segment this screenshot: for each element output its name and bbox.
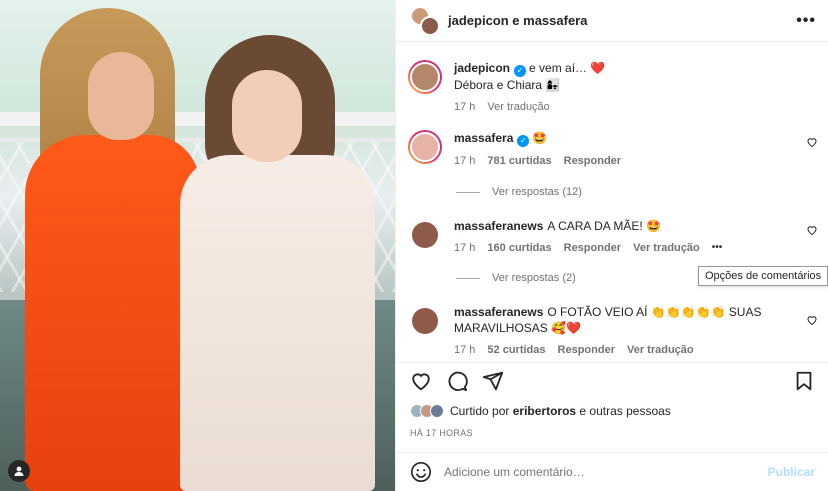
caption-text: e vem aí… ❤️ <box>529 61 606 75</box>
verified-badge-icon: ✓ <box>517 135 530 147</box>
post-actions <box>396 362 828 398</box>
comment-username[interactable]: massaferanews <box>454 305 543 319</box>
comment-likes[interactable]: 52 curtidas <box>487 342 545 356</box>
emoji-icon[interactable] <box>410 461 432 483</box>
avatar <box>430 404 444 418</box>
avatar[interactable] <box>408 130 442 164</box>
translate-link[interactable]: Ver tradução <box>487 99 549 115</box>
divider <box>456 277 480 279</box>
comment-input[interactable] <box>444 465 768 479</box>
post-photo[interactable] <box>0 0 395 491</box>
more-horizontal-icon[interactable]: ••• <box>796 12 816 30</box>
heart-outline-icon[interactable] <box>806 314 818 326</box>
share-send-icon[interactable] <box>482 370 504 392</box>
comment-text: A CARA DA MÃE! 🤩 <box>547 219 662 233</box>
woman-left-face <box>88 52 154 140</box>
view-replies-button[interactable]: Ver respostas (2) <box>456 272 576 284</box>
liked-by-user[interactable]: eribertoros <box>513 404 576 418</box>
avatar[interactable] <box>412 308 438 334</box>
post-header: jadepicon e massafera ••• <box>396 0 828 42</box>
post-timestamp[interactable]: HÁ 17 HORAS <box>410 428 473 438</box>
avatar[interactable] <box>412 222 438 248</box>
comment-bubble-icon[interactable] <box>446 370 468 392</box>
woman-right-shirt <box>180 155 375 491</box>
comment-time[interactable]: 17 h <box>454 342 475 356</box>
translate-link[interactable]: Ver tradução <box>633 240 700 256</box>
view-replies-label: Ver respostas (12) <box>492 186 582 198</box>
collab-avatars[interactable] <box>410 5 440 36</box>
comment-options-tooltip: Opções de comentários <box>698 266 828 286</box>
caption-time[interactable]: 17 h <box>454 99 475 115</box>
caption-row: jadepicon ✓ e vem aí… ❤️ Débora e Chiara 👩… <box>408 60 818 115</box>
comment-username[interactable]: massafera <box>454 131 513 145</box>
comment-row: massaferanews O FOTÃO VEIO AÍ 👏👏👏👏👏 SUAS … <box>408 304 818 356</box>
like-heart-icon[interactable] <box>410 370 432 392</box>
comment-time[interactable]: 17 h <box>454 240 475 256</box>
likes-summary[interactable]: Curtido por eribertoros e outras pessoas <box>410 404 671 418</box>
comment-row: massafera ✓ 🤩 17 h 781 curtidas Responder <box>408 130 818 169</box>
reply-button[interactable]: Responder <box>564 153 621 169</box>
heart-outline-icon[interactable] <box>806 224 818 236</box>
liked-by-prefix: Curtido por <box>450 404 510 418</box>
tagged-users-icon[interactable] <box>8 460 30 482</box>
comment-likes[interactable]: 781 curtidas <box>487 153 551 169</box>
comments-list[interactable]: jadepicon ✓ e vem aí… ❤️ Débora e Chiara 👩… <box>396 42 828 356</box>
heart-outline-icon[interactable] <box>806 136 818 148</box>
bookmark-icon[interactable] <box>793 370 815 392</box>
translate-link[interactable]: Ver tradução <box>627 342 694 356</box>
comment-username[interactable]: massaferanews <box>454 219 543 233</box>
caption-username[interactable]: jadepicon <box>454 61 510 75</box>
woman-right-face <box>232 70 302 162</box>
avatar[interactable] <box>408 60 442 94</box>
liked-by-suffix: e outras pessoas <box>579 404 671 418</box>
verified-badge-icon: ✓ <box>514 65 527 77</box>
reply-button[interactable]: Responder <box>558 342 615 356</box>
woman-left-dress <box>25 135 200 491</box>
post-panel: jadepicon e massafera ••• jadepicon ✓ e ve… <box>395 0 828 491</box>
comment-text: 🤩 <box>532 131 548 145</box>
divider <box>456 191 480 193</box>
reply-button[interactable]: Responder <box>564 240 621 256</box>
view-replies-label: Ver respostas (2) <box>492 272 576 284</box>
caption-text-line2: Débora e Chiara 👩‍👧 <box>454 78 561 92</box>
comment-row: massaferanews A CARA DA MÃE! 🤩 17 h 160 c… <box>408 218 818 256</box>
comment-options-icon[interactable]: ••• <box>712 240 723 256</box>
view-replies-button[interactable]: Ver respostas (12) <box>456 186 582 198</box>
avatar <box>420 15 440 36</box>
add-comment-bar: Publicar <box>396 452 828 491</box>
comment-time[interactable]: 17 h <box>454 153 475 169</box>
post-author-title[interactable]: jadepicon e massafera <box>448 13 796 28</box>
publish-button[interactable]: Publicar <box>768 465 815 479</box>
comment-likes[interactable]: 160 curtidas <box>487 240 551 256</box>
